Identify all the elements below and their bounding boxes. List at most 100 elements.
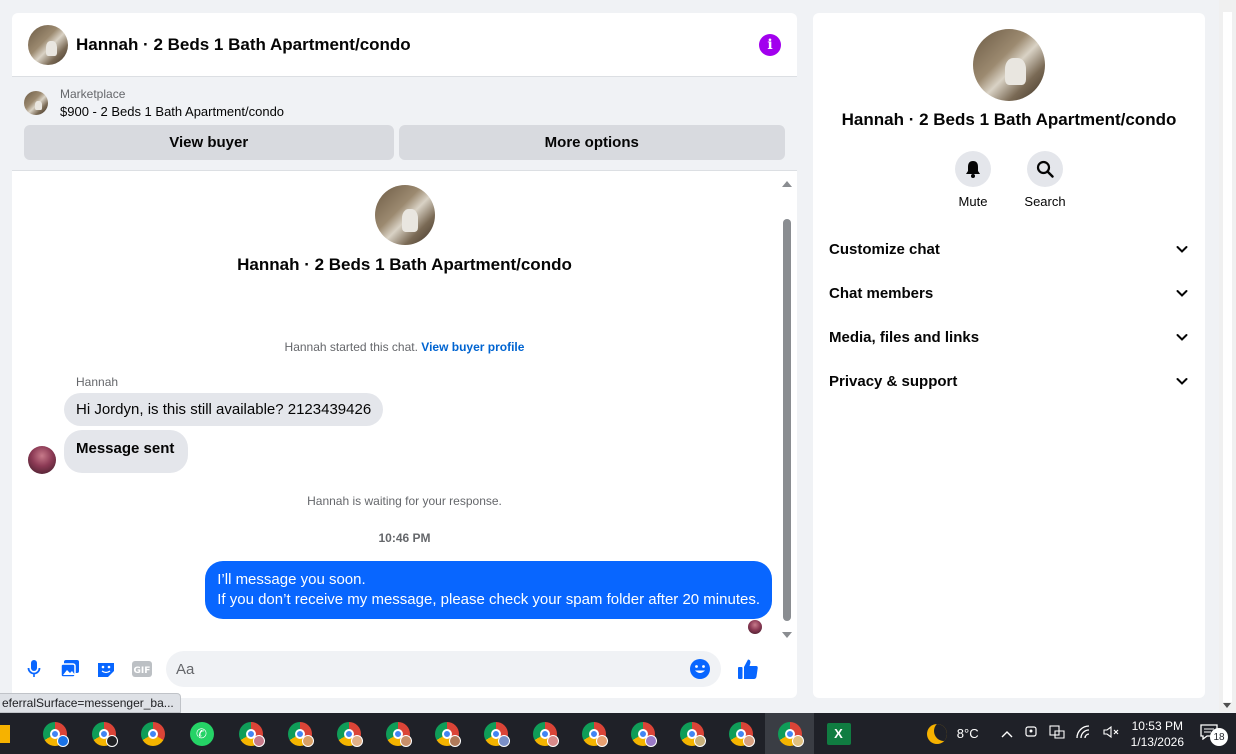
file-explorer-icon[interactable]	[0, 724, 10, 743]
profile-badge-icon	[106, 735, 118, 747]
scroll-up-arrow-icon[interactable]	[782, 181, 792, 187]
sender-avatar[interactable]	[28, 446, 56, 474]
taskbar-app[interactable]: ✆	[177, 713, 226, 754]
section-label: Customize chat	[829, 240, 940, 258]
taskbar-app[interactable]	[569, 713, 618, 754]
section-label: Privacy & support	[829, 372, 958, 390]
outgoing-line: I’ll message you soon.	[217, 571, 366, 588]
emoji-icon[interactable]	[689, 658, 711, 680]
view-buyer-button[interactable]: View buyer	[24, 125, 394, 160]
chat-scrollbar[interactable]	[782, 181, 792, 638]
chevron-down-icon	[1176, 334, 1188, 341]
message-input-wrap	[166, 651, 721, 687]
page-scroll-thumb[interactable]	[1223, 12, 1232, 702]
notification-center[interactable]: 18	[1200, 724, 1228, 746]
scroll-thumb[interactable]	[783, 219, 791, 621]
volume-muted-icon[interactable]	[1103, 725, 1119, 742]
system-tray: 8°C 10:53 PM 1/13/2026 18	[926, 713, 1236, 754]
profile-badge-icon	[743, 735, 755, 747]
taskbar-app[interactable]	[618, 713, 667, 754]
mute-button[interactable]: Mute	[953, 151, 993, 209]
profile-badge-icon	[351, 735, 363, 747]
taskbar-app[interactable]	[373, 713, 422, 754]
info-actions: Mute Search	[953, 151, 1066, 209]
search-icon[interactable]	[1027, 151, 1063, 187]
info-profile: Hannah · 2 Beds 1 Bath Apartment/condo M…	[813, 13, 1205, 209]
profile-badge-icon	[547, 735, 559, 747]
chat-panel: Hannah · 2 Beds 1 Bath Apartment/condo i…	[12, 13, 797, 698]
chevron-up-icon[interactable]	[1001, 727, 1013, 741]
section-customize-chat[interactable]: Customize chat	[813, 227, 1205, 271]
chat-started-text: Hannah started this chat.	[284, 340, 418, 354]
page-scroll-down-icon[interactable]	[1223, 703, 1231, 708]
chat-started-notice: Hannah started this chat. View buyer pro…	[12, 340, 797, 354]
gif-icon[interactable]: GIF	[132, 659, 152, 679]
message-list[interactable]: Hannah · 2 Beds 1 Bath Apartment/condo H…	[12, 176, 797, 641]
sender-name: Hannah	[76, 375, 119, 389]
more-options-button[interactable]: More options	[398, 125, 785, 160]
view-buyer-profile-link[interactable]: View buyer profile	[421, 340, 524, 354]
thumbs-up-icon[interactable]	[737, 658, 759, 680]
taskbar-app[interactable]	[471, 713, 520, 754]
photo-icon[interactable]	[60, 659, 80, 679]
section-privacy-support[interactable]: Privacy & support	[813, 359, 1205, 403]
taskbar-app[interactable]	[30, 713, 79, 754]
weather-widget[interactable]: 8°C	[926, 723, 979, 744]
taskbar-app[interactable]	[128, 713, 177, 754]
listing-thumbnail	[24, 91, 48, 115]
bell-icon[interactable]	[955, 151, 991, 187]
taskbar-app[interactable]: X	[814, 713, 863, 754]
system-clock[interactable]: 10:53 PM 1/13/2026	[1131, 718, 1184, 750]
taskbar-app[interactable]	[226, 713, 275, 754]
taskbar-app[interactable]	[422, 713, 471, 754]
chevron-down-icon	[1176, 246, 1188, 253]
taskbar-app[interactable]	[324, 713, 373, 754]
taskbar: ✆ X 8°C 10:53 PM 1/13/2026 18	[0, 713, 1236, 754]
page-scrollbar[interactable]	[1219, 0, 1236, 712]
section-chat-members[interactable]: Chat members	[813, 271, 1205, 315]
meet-now-icon[interactable]	[1024, 725, 1038, 742]
info-name: Hannah · 2 Beds 1 Bath Apartment/condo	[841, 110, 1177, 129]
sticker-icon[interactable]	[96, 659, 116, 679]
message-timestamp: 10:46 PM	[378, 531, 431, 545]
taskbar-app[interactable]	[79, 713, 128, 754]
chat-title[interactable]: Hannah · 2 Beds 1 Bath Apartment/condo	[76, 35, 411, 55]
intro-name: Hannah · 2 Beds 1 Bath Apartment/condo	[237, 255, 572, 274]
profile-badge-icon	[694, 735, 706, 747]
temperature: 8°C	[956, 726, 979, 741]
chrome-icon	[140, 721, 165, 746]
seen-indicator-avatar	[748, 620, 762, 634]
svg-text:GIF: GIF	[134, 666, 151, 676]
profile-badge-icon	[645, 735, 657, 747]
taskbar-app[interactable]	[275, 713, 324, 754]
whatsapp-icon: ✆	[189, 721, 214, 746]
clock-date: 1/13/2026	[1130, 734, 1184, 749]
message-input[interactable]	[176, 660, 689, 678]
section-media-files-links[interactable]: Media, files and links	[813, 315, 1205, 359]
incoming-message[interactable]: Hi Jordyn, is this still available? 2123…	[64, 393, 384, 426]
conversation-info-panel: Hannah · 2 Beds 1 Bath Apartment/condo M…	[813, 13, 1205, 698]
search-label: Search	[1024, 194, 1066, 209]
taskbar-app[interactable]	[667, 713, 716, 754]
wifi-icon[interactable]	[1075, 725, 1092, 742]
microphone-icon[interactable]	[24, 659, 44, 679]
listing-row[interactable]: Marketplace $900 - 2 Beds 1 Bath Apartme…	[24, 87, 785, 119]
search-button[interactable]: Search	[1024, 151, 1066, 209]
taskbar-app-active[interactable]	[765, 713, 814, 754]
excel-icon: X	[826, 722, 851, 745]
profile-badge-icon	[253, 735, 265, 747]
listing-bar: Marketplace $900 - 2 Beds 1 Bath Apartme…	[12, 77, 797, 171]
taskbar-app[interactable]	[520, 713, 569, 754]
chevron-down-icon	[1176, 378, 1188, 385]
scroll-down-arrow-icon[interactable]	[782, 632, 792, 638]
chat-avatar[interactable]	[28, 24, 68, 65]
language-icon[interactable]	[1049, 725, 1065, 742]
outgoing-message[interactable]: I’ll message you soon. If you don’t rece…	[205, 561, 772, 619]
listing-label: Marketplace	[60, 87, 126, 101]
taskbar-apps: ✆ X	[30, 713, 863, 754]
info-avatar[interactable]	[973, 29, 1045, 101]
profile-badge-icon	[400, 735, 412, 747]
incoming-message[interactable]: Message sent	[64, 430, 189, 473]
taskbar-app[interactable]	[716, 713, 765, 754]
info-icon[interactable]: i	[759, 33, 781, 56]
